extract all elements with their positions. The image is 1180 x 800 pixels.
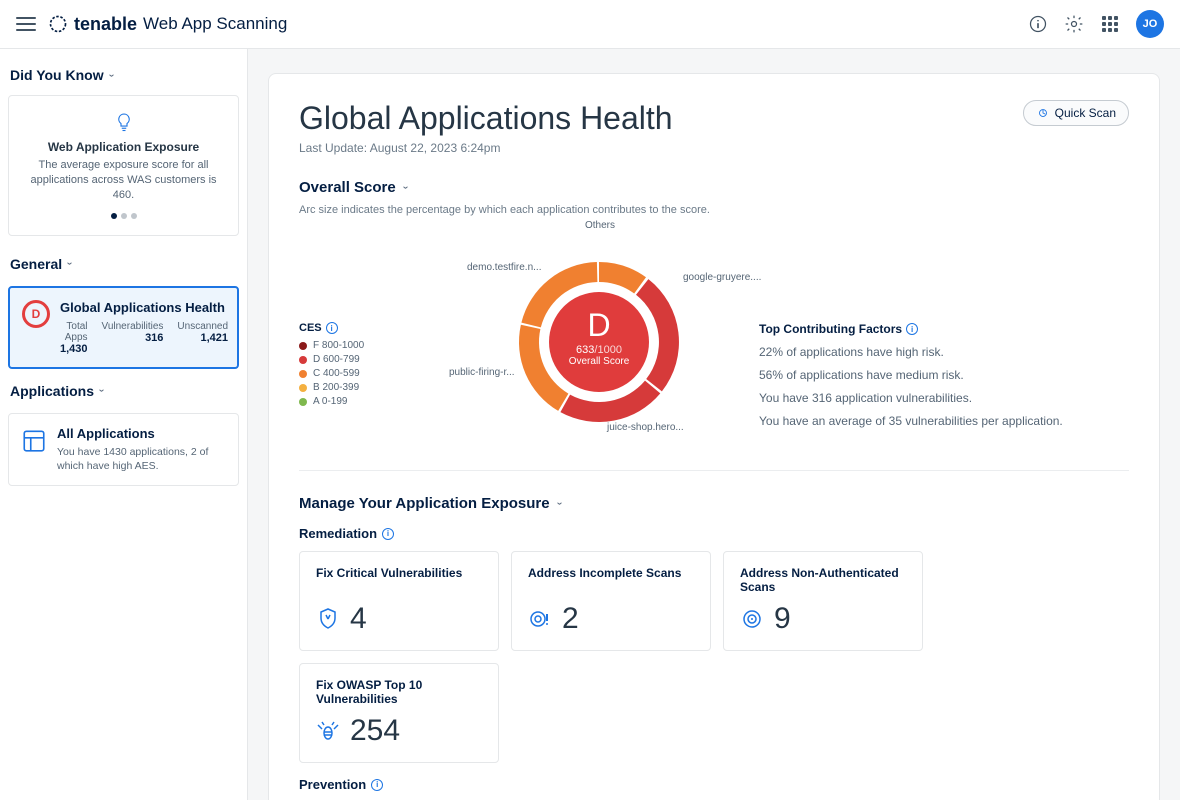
brand-name: tenable	[74, 14, 137, 35]
page-title: Global Applications Health	[299, 100, 673, 137]
tip-card: Web Application Exposure The average exp…	[8, 95, 239, 236]
bee-icon	[316, 719, 340, 743]
tile-shield[interactable]: Fix Critical Vulnerabilities 4	[299, 551, 499, 651]
shield-icon	[316, 607, 340, 631]
sidebar: Did You Know › Web Application Exposure …	[0, 49, 248, 800]
ces-item: D 600-799	[299, 354, 439, 365]
gear-icon[interactable]	[1064, 14, 1084, 34]
tile-value: 2	[562, 602, 579, 636]
applications-label: Applications	[10, 383, 94, 399]
tile-value: 9	[774, 602, 791, 636]
ces-item: F 800-1000	[299, 340, 439, 351]
info-icon[interactable]: i	[326, 322, 338, 334]
remediation-header: Remediationi	[299, 526, 1129, 541]
main-content: Global Applications Health Last Update: …	[248, 49, 1180, 800]
prevention-header: Preventioni	[299, 777, 1129, 792]
overall-section: CESi F 800-1000 D 600-799 C 400-599 B 200-3…	[299, 222, 1129, 471]
info-icon[interactable]	[1028, 14, 1048, 34]
tile-title: Address Incomplete Scans	[528, 566, 694, 596]
topbar: tenable Web App Scanning JO	[0, 0, 1180, 49]
scan-alert-icon	[528, 607, 552, 631]
chevron-down-icon: ›	[96, 389, 107, 392]
chevron-down-icon: ›	[554, 502, 565, 505]
tile-title: Address Non-Authenticated Scans	[740, 566, 906, 596]
carousel-dots[interactable]	[19, 213, 228, 219]
tile-title: Fix OWASP Top 10 Vulnerabilities	[316, 678, 482, 708]
chevron-down-icon: ›	[106, 73, 117, 76]
factor-item: 56% of applications have medium risk.	[759, 368, 1129, 382]
tile-title: Fix Critical Vulnerabilities	[316, 566, 482, 596]
all-apps-title: All Applications	[57, 426, 226, 441]
quick-scan-button[interactable]: Quick Scan	[1023, 100, 1129, 126]
chart-label-google: google-gruyere....	[683, 272, 761, 283]
did-you-know-label: Did You Know	[10, 67, 104, 83]
lightbulb-icon	[115, 112, 133, 134]
manage-exposure-label: Manage Your Application Exposure	[299, 495, 550, 512]
factor-item: 22% of applications have high risk.	[759, 345, 1129, 359]
manage-exposure-header[interactable]: Manage Your Application Exposure ›	[299, 495, 1129, 512]
nav-card-stats: Total Apps1,430 Vulnerabilities316 Unsca…	[60, 321, 228, 355]
user-avatar[interactable]: JO	[1136, 10, 1164, 38]
overall-score-chart: D 633/1000 Overall Score Others google-g…	[459, 222, 739, 452]
nav-card-title: Global Applications Health	[60, 300, 228, 315]
ces-title: CESi	[299, 322, 439, 334]
overall-score-label: Overall Score	[299, 179, 396, 196]
factors-title: Top Contributing Factors	[759, 322, 902, 336]
overall-hint: Arc size indicates the percentage by whi…	[299, 204, 1129, 216]
factor-item: You have an average of 35 vulnerabilitie…	[759, 414, 1129, 428]
top-factors: Top Contributing Factors i 22% of applica…	[759, 222, 1129, 452]
dashboard-icon	[21, 428, 47, 454]
did-you-know-header[interactable]: Did You Know ›	[8, 61, 239, 89]
chevron-down-icon: ›	[64, 262, 75, 265]
factor-item: You have 316 application vulnerabilities…	[759, 391, 1129, 405]
center-label: Overall Score	[569, 356, 630, 367]
tile-value: 254	[350, 714, 400, 748]
chart-label-public: public-firing-r...	[449, 367, 515, 378]
brand-product: Web App Scanning	[143, 14, 287, 34]
ces-item: C 400-599	[299, 368, 439, 379]
tile-value: 4	[350, 602, 367, 636]
tip-title: Web Application Exposure	[19, 140, 228, 154]
scan-target-icon	[740, 607, 764, 631]
apps-grid-icon[interactable]	[1100, 14, 1120, 34]
ces-item: A 0-199	[299, 396, 439, 407]
chart-label-juice: juice-shop.hero...	[607, 422, 684, 433]
donut-center: D 633/1000 Overall Score	[569, 307, 630, 367]
info-icon[interactable]: i	[382, 528, 394, 540]
all-apps-desc: You have 1430 applications, 2 of which h…	[57, 445, 226, 473]
ces-item: B 200-399	[299, 382, 439, 393]
info-icon[interactable]: i	[371, 779, 383, 791]
applications-header[interactable]: Applications ›	[8, 377, 239, 405]
last-update: Last Update: August 22, 2023 6:24pm	[299, 141, 673, 155]
general-header[interactable]: General ›	[8, 250, 239, 278]
tile-bee[interactable]: Fix OWASP Top 10 Vulnerabilities 254	[299, 663, 499, 763]
sidebar-item-all-applications[interactable]: All Applications You have 1430 applicati…	[8, 413, 239, 486]
info-icon[interactable]: i	[906, 323, 918, 335]
tip-body: The average exposure score for all appli…	[19, 158, 228, 203]
center-grade: D	[569, 307, 630, 344]
chevron-down-icon: ›	[400, 186, 411, 189]
tile-scan-alert[interactable]: Address Incomplete Scans 2	[511, 551, 711, 651]
chart-label-demo: demo.testfire.n...	[467, 262, 541, 273]
sidebar-item-global-health[interactable]: D Global Applications Health Total Apps1…	[8, 286, 239, 369]
general-label: General	[10, 256, 62, 272]
overall-score-header[interactable]: Overall Score ›	[299, 179, 1129, 196]
menu-icon[interactable]	[16, 17, 36, 31]
grade-badge-icon: D	[22, 300, 50, 328]
scan-icon	[1036, 106, 1050, 120]
tenable-logo-icon	[48, 14, 68, 34]
panel: Global Applications Health Last Update: …	[268, 73, 1160, 800]
top-actions: JO	[1028, 10, 1164, 38]
brand[interactable]: tenable Web App Scanning	[48, 14, 287, 35]
chart-label-others: Others	[585, 220, 615, 231]
tile-scan-target[interactable]: Address Non-Authenticated Scans 9	[723, 551, 923, 651]
quick-scan-label: Quick Scan	[1055, 106, 1116, 120]
ces-legend: CESi F 800-1000 D 600-799 C 400-599 B 200-3…	[299, 222, 439, 452]
